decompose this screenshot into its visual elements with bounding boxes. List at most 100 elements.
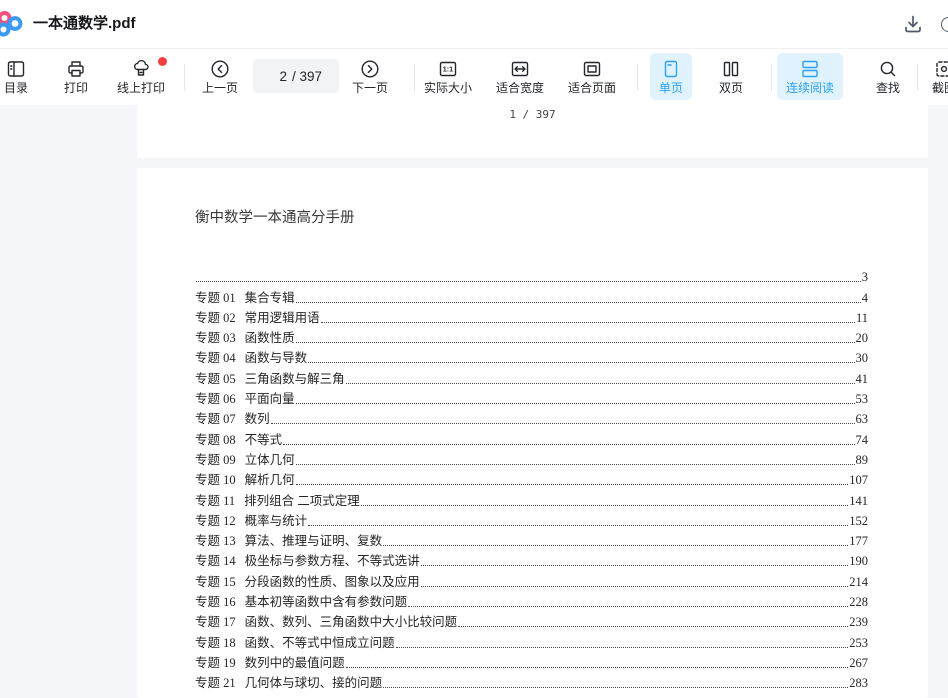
toc-entry: 专题 19数列中的最值问题267 xyxy=(195,651,868,671)
toc-entry-title: 立体几何 xyxy=(245,449,295,468)
toolbar-label: 查找 xyxy=(876,82,900,95)
printer-icon xyxy=(65,58,87,80)
chevron-left-circle-icon xyxy=(209,58,231,80)
toc-entry-page: 152 xyxy=(849,514,868,529)
toc-entry-no: 专题 04 xyxy=(195,347,236,366)
toc-entry: 专题 08不等式74 xyxy=(195,427,868,447)
toc-entry-page: 89 xyxy=(856,453,869,468)
toolbar-label: 线上打印 xyxy=(117,82,165,95)
fit-width-button[interactable]: 适合宽度 xyxy=(487,53,553,100)
toc-entry-title: 基本初等函数中含有参数问题 xyxy=(245,591,408,610)
toc-entry: 专题 21几何体与球切、接的问题283 xyxy=(195,671,868,691)
toc-leader-dots xyxy=(346,383,855,384)
toc-entry-no: 专题 17 xyxy=(195,611,236,630)
toc-leader-dots xyxy=(296,342,855,343)
app-logo-icon xyxy=(0,9,25,39)
toc-leader-dots xyxy=(458,626,848,627)
toc-entry-page: 107 xyxy=(849,473,868,488)
continuous-reading-button[interactable]: 连续阅读 xyxy=(777,53,843,100)
toolbar-label: 上一页 xyxy=(202,82,238,95)
toc-leader-dots xyxy=(196,281,861,282)
toc-entry-title: 算法、推理与证明、复数 xyxy=(245,530,383,549)
toolbar-divider xyxy=(414,64,415,91)
toolbar-divider xyxy=(771,64,772,91)
page-number-input[interactable] xyxy=(270,69,287,84)
toc-entry-title: 三角函数与解三角 xyxy=(245,368,345,387)
toc-leader-dots xyxy=(296,403,855,404)
toolbar-divider xyxy=(184,64,185,91)
pdf-page-2: 衡中数学一本通高分手册 3 专题 01集合专辑4 专题 02常用逻辑用语11 专… xyxy=(137,168,928,698)
single-page-button[interactable]: 单页 xyxy=(650,53,692,100)
screenshot-icon xyxy=(933,58,948,80)
toc-entry-page: 214 xyxy=(849,575,868,590)
toc-entry-title: 函数性质 xyxy=(245,327,295,346)
document-heading: 衡中数学一本通高分手册 xyxy=(195,206,355,227)
screenshot-button[interactable]: 截图 xyxy=(923,53,948,100)
prev-page-button[interactable]: 上一页 xyxy=(193,53,247,100)
online-print-button[interactable]: 线上打印 xyxy=(108,53,174,100)
toc-leader-dots xyxy=(308,525,848,526)
toc-entry-no: 专题 19 xyxy=(195,652,236,671)
toc-entry-title: 排列组合 二项式定理 xyxy=(244,490,360,509)
toc-entry-page: 3 xyxy=(862,270,868,285)
toc-leader-dots xyxy=(408,606,848,607)
toc-entry: 专题 18函数、不等式中恒成立问题253 xyxy=(195,630,868,650)
toc-entry-title: 函数、不等式中恒成立问题 xyxy=(245,632,395,651)
toc-entry-title: 函数与导数 xyxy=(245,347,308,366)
toc-entry: 专题 02常用逻辑用语11 xyxy=(195,306,868,326)
toc-entry-page: 190 xyxy=(849,554,868,569)
toolbar-divider xyxy=(637,64,638,91)
toc-entry-title: 数列中的最值问题 xyxy=(245,652,345,671)
toc-entry-title: 解析几何 xyxy=(245,469,295,488)
toolbar: 目录 打印 线上打印 xyxy=(0,48,948,105)
toc-entry-title: 几何体与球切、接的问题 xyxy=(245,672,383,691)
toc-entry-no: 专题 02 xyxy=(195,307,236,326)
fit-page-icon xyxy=(581,58,603,80)
toc-entry-no: 专题 16 xyxy=(195,591,236,610)
toc-leader-dots xyxy=(321,322,855,323)
svg-text:1:1: 1:1 xyxy=(443,65,453,74)
toc-leader-dots xyxy=(383,545,848,546)
toc-leader-dots xyxy=(271,423,855,424)
toc-entry: 专题 11排列组合 二项式定理141 xyxy=(195,488,868,508)
toc-leader-dots xyxy=(383,687,848,688)
toolbar-label: 适合页面 xyxy=(568,82,616,95)
clipped-edge-icon xyxy=(941,17,948,32)
toc-button[interactable]: 目录 xyxy=(0,53,37,100)
toolbar-label: 实际大小 xyxy=(424,82,472,95)
toc-entry-no: 专题 11 xyxy=(195,490,235,509)
document-title: 一本通数学.pdf xyxy=(33,0,136,48)
toc-entry-page: 53 xyxy=(856,392,869,407)
fit-page-button[interactable]: 适合页面 xyxy=(559,53,625,100)
notification-dot xyxy=(158,57,167,66)
download-icon[interactable] xyxy=(901,12,925,36)
toc-entry-no: 专题 03 xyxy=(195,327,236,346)
toc-entry-title: 极坐标与参数方程、不等式选讲 xyxy=(245,550,420,569)
toc-entry-title: 常用逻辑用语 xyxy=(245,307,320,326)
next-page-button[interactable]: 下一页 xyxy=(343,53,397,100)
toc-leader-dots xyxy=(421,586,849,587)
page-footer-indicator: 1 / 397 xyxy=(137,105,928,121)
print-button[interactable]: 打印 xyxy=(55,53,97,100)
find-button[interactable]: 查找 xyxy=(867,53,909,100)
toc-entry-no: 专题 07 xyxy=(195,408,236,427)
toc-entry: 专题 07数列63 xyxy=(195,407,868,427)
toc-leader-dots xyxy=(421,565,849,566)
toc-entry-no: 专题 09 xyxy=(195,449,236,468)
double-page-button[interactable]: 双页 xyxy=(710,53,752,100)
toc-leader-dots xyxy=(296,302,861,303)
toc-entry-no: 专题 05 xyxy=(195,368,236,387)
title-bar: 一本通数学.pdf xyxy=(0,0,948,49)
toc-entry-no: 专题 08 xyxy=(195,429,236,448)
toolbar-label: 目录 xyxy=(4,82,28,95)
toc-leader-dots xyxy=(396,647,849,648)
toc-entry-page: 239 xyxy=(849,615,868,630)
toc-entry-no: 专题 14 xyxy=(195,550,236,569)
pdf-viewport[interactable]: 1 / 397 衡中数学一本通高分手册 3 专题 01集合专辑4 专题 02常用… xyxy=(0,105,948,698)
fit-width-icon xyxy=(509,58,531,80)
pdf-page-1: 1 / 397 xyxy=(137,105,928,158)
toc-entry-page: 228 xyxy=(849,595,868,610)
actual-size-button[interactable]: 1:1 实际大小 xyxy=(415,53,481,100)
toc-entry: 专题 04函数与导数30 xyxy=(195,346,868,366)
single-page-icon xyxy=(660,58,682,80)
